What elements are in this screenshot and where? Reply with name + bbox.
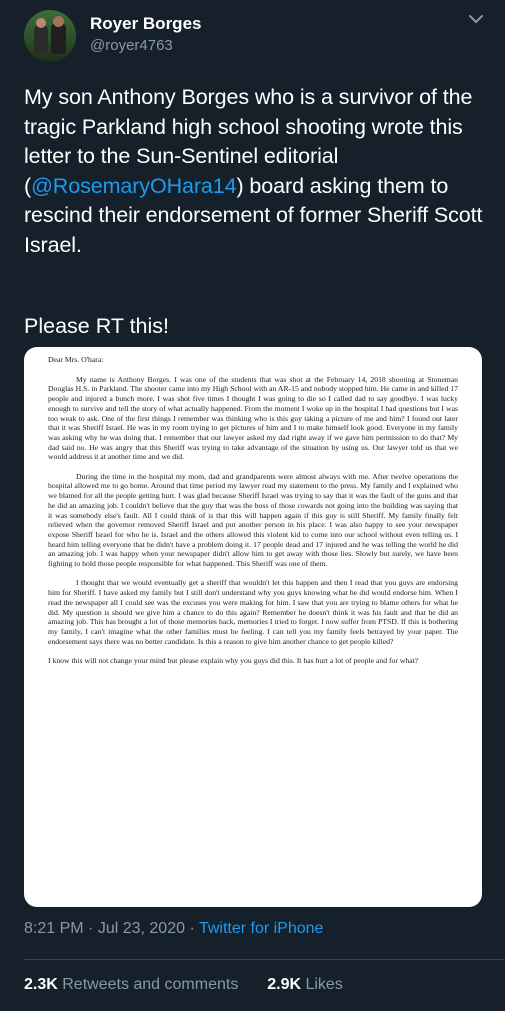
tweet-stats: 2.3K Retweets and comments 2.9K Likes	[24, 976, 343, 994]
letter-paragraph-1: My name is Anthony Borges. I was one of …	[48, 374, 458, 462]
chevron-down-icon[interactable]	[466, 12, 486, 26]
letter-paragraph-4: I know this will not change your mind bu…	[48, 656, 419, 666]
tweet-text: My son Anthony Borges who is a survivor …	[24, 83, 490, 260]
mention-link[interactable]: @RosemaryOHara14	[31, 174, 237, 198]
author-handle[interactable]: @royer4763	[90, 37, 173, 54]
meta-separator: ·	[83, 920, 98, 937]
tweet-cta: Please RT this!	[24, 314, 169, 338]
tweet-date[interactable]: Jul 23, 2020	[98, 920, 185, 937]
letter-paragraph-3: I thought that we would eventually get a…	[48, 578, 458, 646]
tweet-time[interactable]: 8:21 PM	[24, 920, 84, 937]
letter-text: Dear Mrs. O'hara: My name is Anthony Bor…	[48, 355, 458, 675]
retweets-count: 2.3K	[24, 976, 58, 993]
avatar[interactable]	[24, 10, 76, 62]
likes-label: Likes	[301, 976, 343, 993]
tweet-meta: 8:21 PM · Jul 23, 2020 · Twitter for iPh…	[24, 920, 323, 938]
meta-separator: ·	[185, 920, 199, 937]
letter-image[interactable]: Dear Mrs. O'hara: My name is Anthony Bor…	[24, 347, 482, 907]
letter-paragraph-2: During the time in the hospital my mom, …	[48, 471, 458, 569]
author-name[interactable]: Royer Borges	[90, 14, 201, 34]
likes-count: 2.9K	[267, 976, 302, 993]
tweet-header: Royer Borges @royer4763	[0, 0, 505, 78]
retweets-stat[interactable]: 2.3K Retweets and comments	[24, 976, 238, 993]
retweets-label: Retweets and comments	[57, 976, 239, 993]
letter-greeting: Dear Mrs. O'hara:	[48, 355, 104, 364]
likes-stat[interactable]: 2.9K Likes	[267, 976, 343, 993]
tweet-source-link[interactable]: Twitter for iPhone	[199, 920, 324, 937]
divider	[24, 959, 505, 960]
